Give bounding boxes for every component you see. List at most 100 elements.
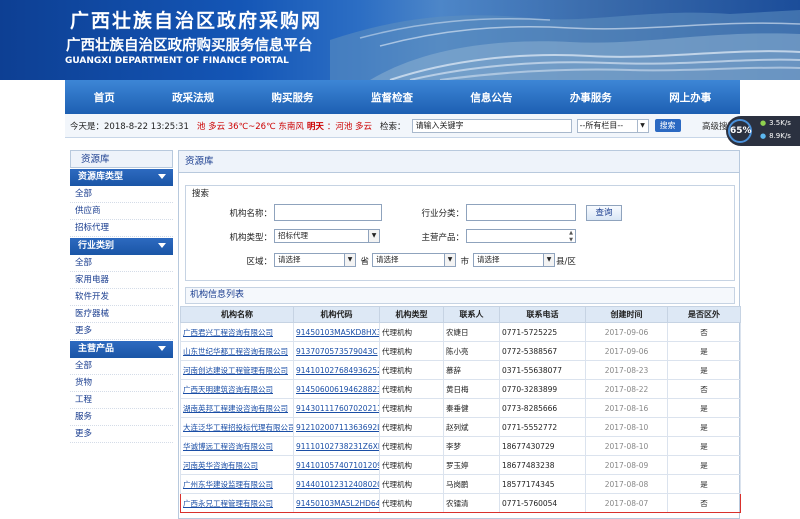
nav-supervision[interactable]: 监督检查	[371, 90, 413, 105]
org-name-link[interactable]: 广州东华建设监理有限公司	[183, 480, 273, 489]
org-name-cell[interactable]: 湖南英邦工程建设咨询有限公司	[180, 398, 294, 418]
org-name-link[interactable]: 广西天明建筑咨询有限公司	[183, 385, 273, 394]
sidebar-item-products-more[interactable]: 更多	[70, 426, 173, 443]
org-name-link[interactable]: 河南英华咨询有限公司	[183, 461, 258, 470]
table-row[interactable]: 广西天明建筑咨询有限公司 914506006194628823 代理机构 黄日梅 077…	[180, 379, 741, 399]
column-select-value: --所有栏目--	[579, 120, 624, 130]
sidebar-item-engineering[interactable]: 工程	[70, 392, 173, 409]
table-row[interactable]: 大连泛华工程招投标代理有限公司 91210200711363692L 代理机构 赵列斌…	[180, 417, 741, 437]
nav-announcements[interactable]: 信息公告	[470, 90, 512, 105]
nav-home[interactable]: 首页	[94, 90, 115, 105]
org-name-cell[interactable]: 河南英华咨询有限公司	[180, 455, 294, 475]
org-type-label: 机构类型：	[229, 233, 272, 243]
org-name-link[interactable]: 大连泛华工程招投标代理有限公司	[183, 423, 293, 432]
org-name-cell[interactable]: 山东世纪华都工程咨询有限公司	[180, 341, 294, 361]
sidebar-section-industry[interactable]: 行业类别	[70, 238, 173, 255]
district-select[interactable]: 请选择 ▼	[473, 253, 555, 267]
org-table: 机构名称 机构代码 机构类型 联系人 联系电话 创建时间 是否区外 广西君兴工程…	[180, 306, 741, 513]
org-name-link[interactable]: 湖南英邦工程建设咨询有限公司	[183, 404, 288, 413]
contact-cell: 罗玉婷	[443, 455, 500, 475]
org-name-input[interactable]	[274, 204, 382, 221]
org-code-cell[interactable]: 914401012312408020	[293, 474, 380, 494]
org-code-link[interactable]: 91110102738231Z6XN	[296, 442, 379, 451]
sidebar-item-supplier[interactable]: 供应商	[70, 203, 173, 220]
org-name-link[interactable]: 华诚博远工程咨询有限公司	[183, 442, 273, 451]
query-button[interactable]: 查询	[586, 205, 622, 221]
table-row[interactable]: 湖南英邦工程建设咨询有限公司 914301117607020211 代理机构 秦垂健 0…	[180, 398, 741, 418]
nav-online[interactable]: 网上办事	[669, 90, 711, 105]
sidebar-item-goods[interactable]: 货物	[70, 375, 173, 392]
org-name-cell[interactable]: 广西君兴工程咨询有限公司	[180, 322, 294, 342]
sidebar-item-products-all[interactable]: 全部	[70, 358, 173, 375]
column-select[interactable]: --所有栏目-- ▼	[576, 118, 649, 133]
org-code-link[interactable]: 914301117607020211	[296, 404, 379, 413]
table-row[interactable]: 广西君兴工程咨询有限公司 91450103MA5KD8HX3 代理机构 农婕日 0771…	[180, 322, 741, 342]
col-org-name: 机构名称	[180, 306, 294, 323]
sidebar-item-medical[interactable]: 医疗器械	[70, 306, 173, 323]
org-code-link[interactable]: 914506006194628823	[296, 385, 379, 394]
org-name-cell[interactable]: 广西永兄工程管理有限公司	[180, 493, 294, 513]
org-code-cell[interactable]: 91110102738231Z6XN	[293, 436, 380, 456]
site-search-input[interactable]: 请输入关键字	[411, 118, 572, 133]
table-row[interactable]: 广西永兄工程管理有限公司 91450103MA5L2HD640 代理机构 农镭清 077…	[180, 493, 741, 513]
org-name-link[interactable]: 广西君兴工程咨询有限公司	[183, 328, 273, 337]
sidebar-item-type-all[interactable]: 全部	[70, 186, 173, 203]
org-code-cell[interactable]: 914506006194628823	[293, 379, 380, 399]
table-row[interactable]: 广州东华建设监理有限公司 914401012312408020 代理机构 马岗鹏 185…	[180, 474, 741, 494]
org-name-cell[interactable]: 广州东华建设监理有限公司	[180, 474, 294, 494]
org-code-link[interactable]: 914401012312408020	[296, 480, 379, 489]
org-name-link[interactable]: 广西永兄工程管理有限公司	[183, 499, 273, 508]
nav-regulations[interactable]: 政采法规	[172, 90, 214, 105]
org-type-cell: 代理机构	[379, 417, 444, 437]
org-type-select[interactable]: 招标代理 ▼	[274, 229, 380, 243]
org-code-cell[interactable]: 914101057407101209	[293, 455, 380, 475]
org-code-link[interactable]: 91210200711363692L	[296, 423, 379, 432]
org-code-cell[interactable]: 91450103MA5L2HD640	[293, 493, 380, 513]
product-input[interactable]: ▲ ▼	[466, 229, 576, 243]
industry-input[interactable]	[466, 204, 576, 221]
org-name-cell[interactable]: 河南创达建设工程管理有限公司	[180, 360, 294, 380]
org-code-cell[interactable]: 91210200711363692L	[293, 417, 380, 437]
org-code-cell[interactable]: 914101027684936252	[293, 360, 380, 380]
sidebar-section-type[interactable]: 资源库类型	[70, 169, 173, 186]
org-code-cell[interactable]: 913707057357904ЗС	[293, 341, 380, 361]
nav-services[interactable]: 办事服务	[570, 90, 612, 105]
chevron-down-icon: ▼	[543, 254, 554, 266]
province-select[interactable]: 请选择 ▼	[274, 253, 356, 267]
org-name-cell[interactable]: 华诚博远工程咨询有限公司	[180, 436, 294, 456]
sidebar-item-industry-more[interactable]: 更多	[70, 323, 173, 340]
created-cell: 2017-08-10	[585, 436, 668, 456]
org-code-link[interactable]: 913707057357904ЗС	[296, 347, 378, 356]
table-row[interactable]: 河南英华咨询有限公司 914101057407101209 代理机构 罗玉婷 18677…	[180, 455, 741, 475]
sidebar-item-services[interactable]: 服务	[70, 409, 173, 426]
network-speed-widget[interactable]: 65% ● 3.5K/s ● 8.9K/s	[726, 116, 800, 146]
col-org-code: 机构代码	[293, 306, 380, 323]
org-name-link[interactable]: 河南创达建设工程管理有限公司	[183, 366, 288, 375]
city-select[interactable]: 请选择 ▼	[372, 253, 456, 267]
site-search-button[interactable]: 搜索	[654, 119, 681, 132]
phone-cell: 18677483238	[499, 455, 586, 475]
table-row[interactable]: 山东世纪华都工程咨询有限公司 913707057357904ЗС 代理机构 陈小亮 07…	[180, 341, 741, 361]
chevron-down-icon: ▼	[444, 254, 455, 266]
table-row[interactable]: 河南创达建设工程管理有限公司 914101027684936252 代理机构 慕辞 03…	[180, 360, 741, 380]
org-name-cell[interactable]: 广西天明建筑咨询有限公司	[180, 379, 294, 399]
sidebar-item-software[interactable]: 软件开发	[70, 289, 173, 306]
sidebar-section-products[interactable]: 主营产品	[70, 341, 173, 358]
org-code-link[interactable]: 914101057407101209	[296, 461, 379, 470]
org-code-link[interactable]: 91450103MA5KD8HX3	[296, 328, 379, 337]
org-type-cell: 代理机构	[379, 493, 444, 513]
sidebar-item-industry-all[interactable]: 全部	[70, 255, 173, 272]
org-name-link[interactable]: 山东世纪华都工程咨询有限公司	[183, 347, 288, 356]
sidebar-item-agency[interactable]: 招标代理	[70, 220, 173, 237]
org-code-link[interactable]: 91450103MA5L2HD640	[296, 499, 379, 508]
sidebar-item-appliances[interactable]: 家用电器	[70, 272, 173, 289]
table-row[interactable]: 华诚博远工程咨询有限公司 91110102738231Z6XN 代理机构 李梦 1867…	[180, 436, 741, 456]
nav-purchase-services[interactable]: 购买服务	[272, 90, 314, 105]
created-cell: 2017-08-08	[585, 474, 668, 494]
table-header-row: 机构名称 机构代码 机构类型 联系人 联系电话 创建时间 是否区外	[180, 306, 741, 323]
created-cell: 2017-08-07	[585, 493, 668, 513]
org-code-link[interactable]: 914101027684936252	[296, 366, 379, 375]
org-name-cell[interactable]: 大连泛华工程招投标代理有限公司	[180, 417, 294, 437]
org-code-cell[interactable]: 914301117607020211	[293, 398, 380, 418]
org-code-cell[interactable]: 91450103MA5KD8HX3	[293, 322, 380, 342]
